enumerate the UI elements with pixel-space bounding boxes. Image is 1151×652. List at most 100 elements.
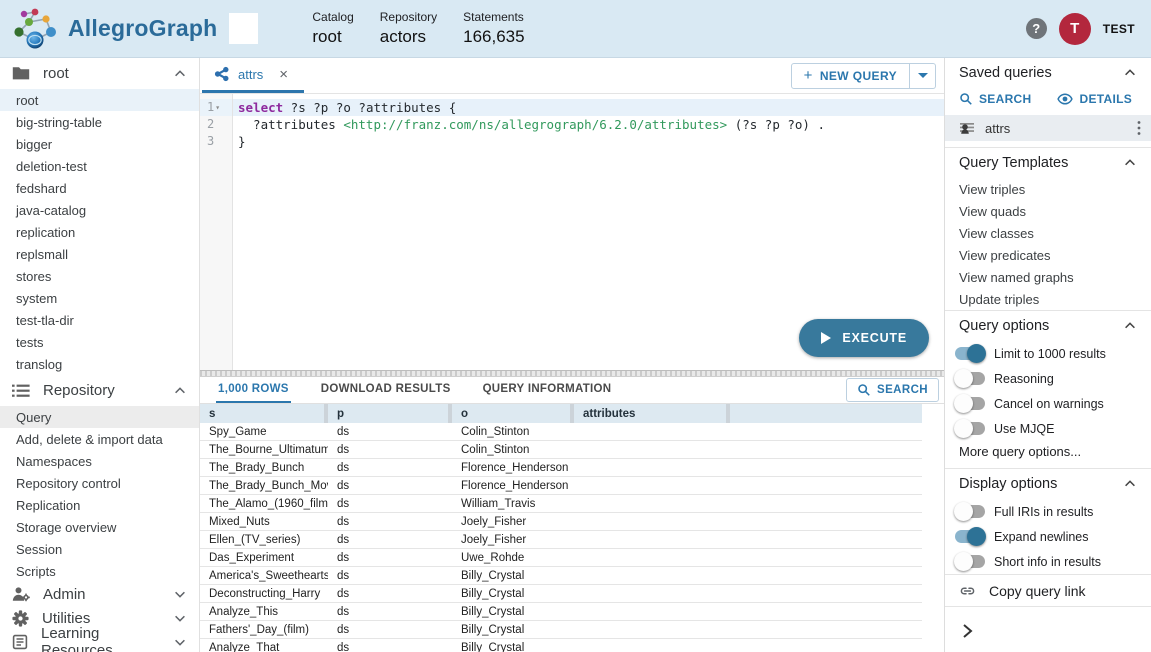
saved-queries-details-link[interactable]: DETAILS xyxy=(1057,92,1132,106)
cell: Billy_Crystal xyxy=(452,585,574,602)
chevron-down-icon[interactable] xyxy=(173,635,187,649)
catalog-item-big-string-table[interactable]: big-string-table xyxy=(0,111,199,133)
sidebar-section-learning-resources[interactable]: Learning Resources xyxy=(0,630,199,652)
column-header-o[interactable]: o xyxy=(452,404,574,423)
repository-item-query[interactable]: Query xyxy=(0,406,199,428)
editor-results-splitter[interactable] xyxy=(200,370,944,377)
repository-item-add-delete-import-data[interactable]: Add, delete & import data xyxy=(0,428,199,450)
allegrograph-logo[interactable]: AllegroGraph xyxy=(13,7,258,51)
column-header-p[interactable]: p xyxy=(328,404,452,423)
template-update-triples[interactable]: Update triples xyxy=(945,288,1151,310)
results-tab-query-information[interactable]: QUERY INFORMATION xyxy=(481,377,614,403)
option-row-short-info-in-results: Short info in results xyxy=(945,549,1151,574)
catalog-item-tests[interactable]: tests xyxy=(0,331,199,353)
column-header-attributes[interactable]: attributes xyxy=(574,404,730,423)
table-row[interactable]: Ellen_(TV_series)dsJoely_Fisher xyxy=(200,531,922,549)
avatar[interactable]: T xyxy=(1059,13,1091,45)
results-search-button[interactable]: SEARCH xyxy=(846,378,939,402)
catalog-item-stores[interactable]: stores xyxy=(0,265,199,287)
table-row[interactable]: The_Brady_Bunch_MoviedsFlorence_Henderso… xyxy=(200,477,922,495)
template-view-triples[interactable]: View triples xyxy=(945,178,1151,200)
catalog-section-header[interactable]: root xyxy=(0,58,199,89)
cell xyxy=(574,459,730,476)
template-view-predicates[interactable]: View predicates xyxy=(945,244,1151,266)
chevron-up-icon[interactable] xyxy=(173,67,187,81)
toggle-short-info-in-results[interactable] xyxy=(955,555,985,568)
catalog-item-fedshard[interactable]: fedshard xyxy=(0,177,199,199)
new-query-button[interactable]: + NEW QUERY xyxy=(791,63,910,89)
table-row[interactable]: America's_SweetheartsdsBilly_Crystal xyxy=(200,567,922,585)
cell: Colin_Stinton xyxy=(452,441,574,458)
toggle-limit-to-1000-results[interactable] xyxy=(955,347,985,360)
repository-item-scripts[interactable]: Scripts xyxy=(0,560,199,582)
table-row[interactable]: Analyze_ThisdsBilly_Crystal xyxy=(200,603,922,621)
kebab-menu-icon[interactable] xyxy=(1137,120,1141,136)
saved-queries-header[interactable]: Saved queries xyxy=(945,58,1151,88)
copy-query-link-button[interactable]: Copy query link xyxy=(945,574,1151,607)
table-row[interactable]: The_Bourne_Ultimatum_(film)dsColin_Stint… xyxy=(200,441,922,459)
repository-item-namespaces[interactable]: Namespaces xyxy=(0,450,199,472)
chevron-right-icon xyxy=(959,622,975,640)
column-header-s[interactable]: s xyxy=(200,404,328,423)
results-tab-1-000-rows[interactable]: 1,000 ROWS xyxy=(216,377,291,403)
query-options-header[interactable]: Query options xyxy=(945,311,1151,341)
execute-button[interactable]: EXECUTE xyxy=(799,319,929,357)
catalog-item-system[interactable]: system xyxy=(0,287,199,309)
table-row[interactable]: Das_ExperimentdsUwe_Rohde xyxy=(200,549,922,567)
help-icon[interactable]: ? xyxy=(1026,18,1047,39)
saved-query-attrs[interactable]: attrs xyxy=(945,115,1151,141)
results-tab-download-results[interactable]: DOWNLOAD RESULTS xyxy=(319,377,453,403)
catalog-item-root[interactable]: root xyxy=(0,89,199,111)
toggle-reasoning[interactable] xyxy=(955,372,985,385)
chevron-up-icon[interactable] xyxy=(1123,319,1137,333)
template-view-named-graphs[interactable]: View named graphs xyxy=(945,266,1151,288)
collapse-panel-button[interactable] xyxy=(945,610,1151,652)
display-options-title: Display options xyxy=(959,476,1123,492)
chevron-up-icon[interactable] xyxy=(1123,66,1137,80)
sidebar-section-admin[interactable]: Admin xyxy=(0,582,199,606)
chevron-up-icon[interactable] xyxy=(1123,477,1137,491)
repository-item-storage-overview[interactable]: Storage overview xyxy=(0,516,199,538)
chevron-up-icon[interactable] xyxy=(173,384,187,398)
toggle-cancel-on-warnings[interactable] xyxy=(955,397,985,410)
cell xyxy=(574,567,730,584)
new-query-dropdown-button[interactable] xyxy=(910,63,936,89)
toggle-use-mjqe[interactable] xyxy=(955,422,985,435)
repository-item-replication[interactable]: Replication xyxy=(0,494,199,516)
table-row[interactable]: Deconstructing_HarrydsBilly_Crystal xyxy=(200,585,922,603)
table-row[interactable]: Spy_GamedsColin_Stinton xyxy=(200,423,922,441)
catalog-item-bigger[interactable]: bigger xyxy=(0,133,199,155)
toggle-full-iris-in-results[interactable] xyxy=(955,505,985,518)
repository-section-header[interactable]: Repository xyxy=(0,375,199,406)
table-row[interactable]: The_Brady_BunchdsFlorence_Henderson xyxy=(200,459,922,477)
more-query-options-link[interactable]: More query options... xyxy=(945,441,1151,468)
catalog-item-replication[interactable]: replication xyxy=(0,221,199,243)
table-row[interactable]: Fathers'_Day_(film)dsBilly_Crystal xyxy=(200,621,922,639)
query-editor[interactable]: 1▾23 select ?s ?p ?o ?attributes { ?attr… xyxy=(200,94,944,370)
book-icon xyxy=(12,634,28,650)
saved-queries-search-link[interactable]: SEARCH xyxy=(959,92,1031,106)
fold-caret-icon[interactable]: ▾ xyxy=(215,99,220,116)
template-view-classes[interactable]: View classes xyxy=(945,222,1151,244)
template-view-quads[interactable]: View quads xyxy=(945,200,1151,222)
table-row[interactable]: Mixed_NutsdsJoely_Fisher xyxy=(200,513,922,531)
catalog-item-replsmall[interactable]: replsmall xyxy=(0,243,199,265)
repository-item-session[interactable]: Session xyxy=(0,538,199,560)
table-row[interactable]: Analyze_ThatdsBilly_Crystal xyxy=(200,639,922,652)
close-tab-icon[interactable]: × xyxy=(279,67,288,82)
toggle-expand-newlines[interactable] xyxy=(955,530,985,543)
cell-filler xyxy=(730,495,922,512)
catalog-item-java-catalog[interactable]: java-catalog xyxy=(0,199,199,221)
repository-item-repository-control[interactable]: Repository control xyxy=(0,472,199,494)
display-options-header[interactable]: Display options xyxy=(945,469,1151,499)
tab-attrs[interactable]: attrs × xyxy=(202,58,304,93)
catalog-item-deletion-test[interactable]: deletion-test xyxy=(0,155,199,177)
catalog-item-translog[interactable]: translog xyxy=(0,353,199,375)
query-templates-header[interactable]: Query Templates xyxy=(945,148,1151,178)
chevron-up-icon[interactable] xyxy=(1123,156,1137,170)
statements-stat: Statements 166,635 xyxy=(463,10,524,47)
table-row[interactable]: The_Alamo_(1960_film)dsWilliam_Travis xyxy=(200,495,922,513)
chevron-down-icon[interactable] xyxy=(173,611,187,625)
catalog-item-test-tla-dir[interactable]: test-tla-dir xyxy=(0,309,199,331)
chevron-down-icon[interactable] xyxy=(173,587,187,601)
